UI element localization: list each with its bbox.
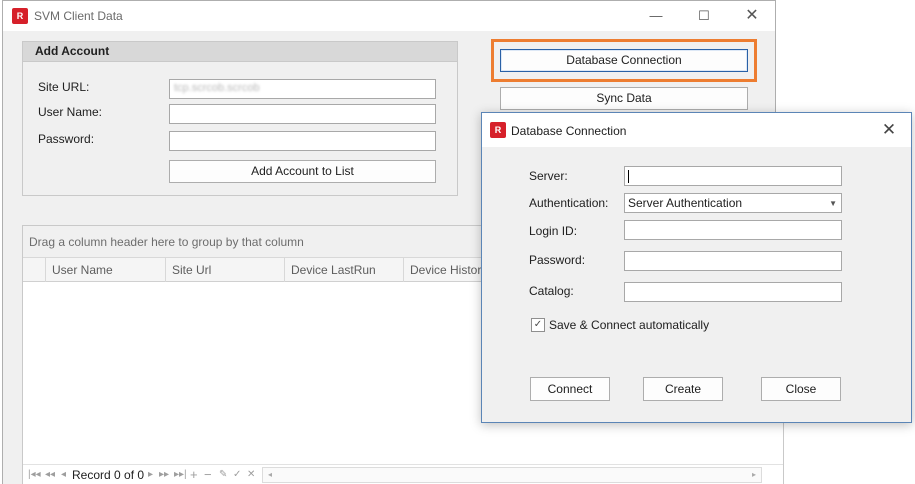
user-name-input[interactable] <box>169 104 436 124</box>
add-account-group: Add Account Site URL: tcp.scrcob.scrcob … <box>22 41 458 196</box>
save-connect-checkbox[interactable]: ✓ <box>531 318 545 332</box>
prev-page-icon[interactable]: ◂◂ <box>45 467 55 483</box>
dialog-close-icon[interactable]: ✕ <box>866 113 912 147</box>
last-record-icon[interactable]: ▸▸| <box>174 467 187 483</box>
edit-icon[interactable]: ✎ <box>219 467 227 483</box>
scroll-right-icon[interactable]: ▸ <box>747 468 761 482</box>
title-bar: R SVM Client Data — ☐ ✕ <box>3 1 775 31</box>
text-caret <box>628 170 629 184</box>
horizontal-scrollbar[interactable]: ◂ ▸ <box>262 467 762 483</box>
dialog-close-button[interactable]: Close <box>761 377 841 401</box>
app-logo-icon: R <box>12 8 28 24</box>
window-title: SVM Client Data <box>34 9 123 23</box>
database-connection-dialog: R Database Connection ✕ Server: Authenti… <box>481 112 912 423</box>
server-input[interactable] <box>624 166 842 186</box>
minimize-button[interactable]: — <box>633 1 679 31</box>
record-counter: Record 0 of 0 <box>72 468 145 482</box>
first-record-icon[interactable]: |◂◂ <box>28 467 41 483</box>
authentication-value: Server Authentication <box>628 196 743 210</box>
site-url-value: tcp.scrcob.scrcob <box>174 82 260 94</box>
server-label: Server: <box>529 169 568 183</box>
dialog-title: Database Connection <box>511 124 627 138</box>
prev-record-icon[interactable]: ◂ <box>61 467 66 483</box>
dropdown-arrow-icon[interactable]: ▼ <box>829 197 837 211</box>
add-account-button[interactable]: Add Account to List <box>169 160 436 183</box>
app-logo-icon: R <box>490 122 506 138</box>
save-connect-label[interactable]: Save & Connect automatically <box>549 318 709 332</box>
scroll-left-icon[interactable]: ◂ <box>263 468 277 482</box>
catalog-label: Catalog: <box>529 284 574 298</box>
column-header-user-name[interactable]: User Name <box>46 258 166 282</box>
cancel-edit-icon[interactable]: ✕ <box>247 467 255 483</box>
authentication-select[interactable]: Server Authentication ▼ <box>624 193 842 213</box>
append-icon[interactable]: + <box>190 467 198 483</box>
row-indicator-header <box>23 258 46 282</box>
create-button[interactable]: Create <box>643 377 723 401</box>
authentication-label: Authentication: <box>529 196 609 210</box>
dialog-password-input[interactable] <box>624 251 842 271</box>
login-id-input[interactable] <box>624 220 842 240</box>
next-record-icon[interactable]: ▸ <box>148 467 153 483</box>
connect-button[interactable]: Connect <box>530 377 610 401</box>
end-edit-icon[interactable]: ✓ <box>233 467 241 483</box>
maximize-button[interactable]: ☐ <box>681 1 727 31</box>
data-navigator: |◂◂ ◂◂ ◂ Record 0 of 0 ▸ ▸▸ ▸▸| + − ✎ ✓ … <box>23 464 783 484</box>
login-id-label: Login ID: <box>529 224 578 238</box>
database-connection-button[interactable]: Database Connection <box>500 49 748 72</box>
dialog-password-label: Password: <box>529 253 586 267</box>
password-label: Password: <box>38 132 95 146</box>
sync-data-button[interactable]: Sync Data <box>500 87 748 110</box>
next-page-icon[interactable]: ▸▸ <box>159 467 169 483</box>
close-button[interactable]: ✕ <box>729 1 775 31</box>
site-url-label: Site URL: <box>38 80 90 94</box>
catalog-input[interactable] <box>624 282 842 302</box>
site-url-input[interactable]: tcp.scrcob.scrcob <box>169 79 436 99</box>
remove-icon[interactable]: − <box>204 467 212 483</box>
add-account-heading: Add Account <box>23 42 457 62</box>
password-input[interactable] <box>169 131 436 151</box>
column-header-site-url[interactable]: Site Url <box>166 258 285 282</box>
column-header-device-lastrun[interactable]: Device LastRun <box>285 258 404 282</box>
checkmark-icon: ✓ <box>533 319 543 330</box>
dialog-title-bar: R Database Connection ✕ <box>482 113 911 147</box>
user-name-label: User Name: <box>38 105 103 119</box>
